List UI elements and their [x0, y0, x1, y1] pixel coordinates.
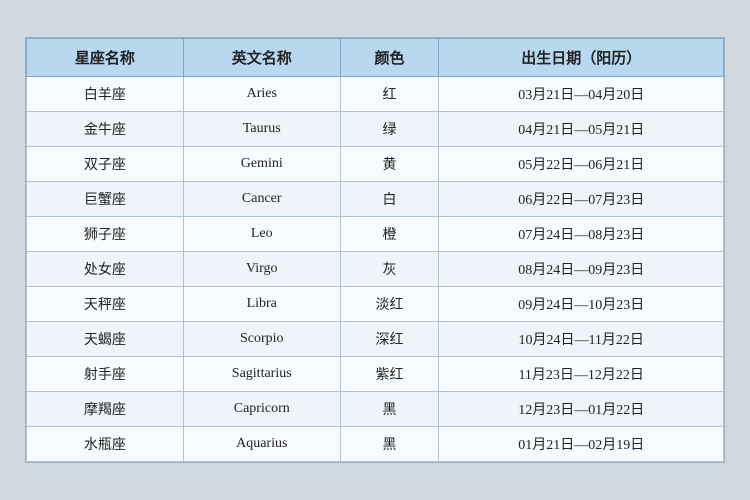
- table-row: 摩羯座Capricorn黑12月23日—01月22日: [27, 392, 724, 427]
- cell-chinese: 射手座: [27, 357, 184, 392]
- cell-dates: 01月21日—02月19日: [439, 427, 724, 462]
- cell-color: 橙: [340, 217, 439, 252]
- cell-english: Gemini: [183, 147, 340, 182]
- table-row: 双子座Gemini黄05月22日—06月21日: [27, 147, 724, 182]
- cell-dates: 06月22日—07月23日: [439, 182, 724, 217]
- cell-chinese: 天蝎座: [27, 322, 184, 357]
- table-row: 金牛座Taurus绿04月21日—05月21日: [27, 112, 724, 147]
- cell-color: 灰: [340, 252, 439, 287]
- cell-color: 黑: [340, 392, 439, 427]
- cell-chinese: 水瓶座: [27, 427, 184, 462]
- cell-color: 深红: [340, 322, 439, 357]
- col-header-color: 颜色: [340, 39, 439, 77]
- cell-chinese: 摩羯座: [27, 392, 184, 427]
- cell-dates: 05月22日—06月21日: [439, 147, 724, 182]
- cell-chinese: 狮子座: [27, 217, 184, 252]
- cell-english: Scorpio: [183, 322, 340, 357]
- cell-dates: 04月21日—05月21日: [439, 112, 724, 147]
- cell-color: 黄: [340, 147, 439, 182]
- cell-color: 紫红: [340, 357, 439, 392]
- cell-english: Libra: [183, 287, 340, 322]
- cell-color: 绿: [340, 112, 439, 147]
- cell-color: 白: [340, 182, 439, 217]
- table-row: 天秤座Libra淡红09月24日—10月23日: [27, 287, 724, 322]
- cell-color: 黑: [340, 427, 439, 462]
- cell-english: Capricorn: [183, 392, 340, 427]
- col-header-chinese: 星座名称: [27, 39, 184, 77]
- cell-english: Taurus: [183, 112, 340, 147]
- cell-english: Aries: [183, 77, 340, 112]
- table-body: 白羊座Aries红03月21日—04月20日金牛座Taurus绿04月21日—0…: [27, 77, 724, 462]
- cell-dates: 12月23日—01月22日: [439, 392, 724, 427]
- table-row: 白羊座Aries红03月21日—04月20日: [27, 77, 724, 112]
- cell-english: Virgo: [183, 252, 340, 287]
- cell-chinese: 双子座: [27, 147, 184, 182]
- table-row: 巨蟹座Cancer白06月22日—07月23日: [27, 182, 724, 217]
- cell-color: 红: [340, 77, 439, 112]
- zodiac-table-container: 星座名称 英文名称 颜色 出生日期（阳历） 白羊座Aries红03月21日—04…: [25, 37, 725, 463]
- cell-english: Aquarius: [183, 427, 340, 462]
- cell-dates: 09月24日—10月23日: [439, 287, 724, 322]
- cell-dates: 08月24日—09月23日: [439, 252, 724, 287]
- cell-chinese: 处女座: [27, 252, 184, 287]
- table-row: 处女座Virgo灰08月24日—09月23日: [27, 252, 724, 287]
- cell-color: 淡红: [340, 287, 439, 322]
- table-row: 射手座Sagittarius紫红11月23日—12月22日: [27, 357, 724, 392]
- table-row: 天蝎座Scorpio深红10月24日—11月22日: [27, 322, 724, 357]
- cell-english: Cancer: [183, 182, 340, 217]
- col-header-dates: 出生日期（阳历）: [439, 39, 724, 77]
- cell-dates: 10月24日—11月22日: [439, 322, 724, 357]
- cell-dates: 03月21日—04月20日: [439, 77, 724, 112]
- zodiac-table: 星座名称 英文名称 颜色 出生日期（阳历） 白羊座Aries红03月21日—04…: [26, 38, 724, 462]
- cell-dates: 11月23日—12月22日: [439, 357, 724, 392]
- cell-english: Leo: [183, 217, 340, 252]
- cell-chinese: 金牛座: [27, 112, 184, 147]
- cell-chinese: 天秤座: [27, 287, 184, 322]
- cell-dates: 07月24日—08月23日: [439, 217, 724, 252]
- col-header-english: 英文名称: [183, 39, 340, 77]
- cell-chinese: 巨蟹座: [27, 182, 184, 217]
- table-header-row: 星座名称 英文名称 颜色 出生日期（阳历）: [27, 39, 724, 77]
- table-row: 狮子座Leo橙07月24日—08月23日: [27, 217, 724, 252]
- cell-chinese: 白羊座: [27, 77, 184, 112]
- cell-english: Sagittarius: [183, 357, 340, 392]
- table-row: 水瓶座Aquarius黑01月21日—02月19日: [27, 427, 724, 462]
